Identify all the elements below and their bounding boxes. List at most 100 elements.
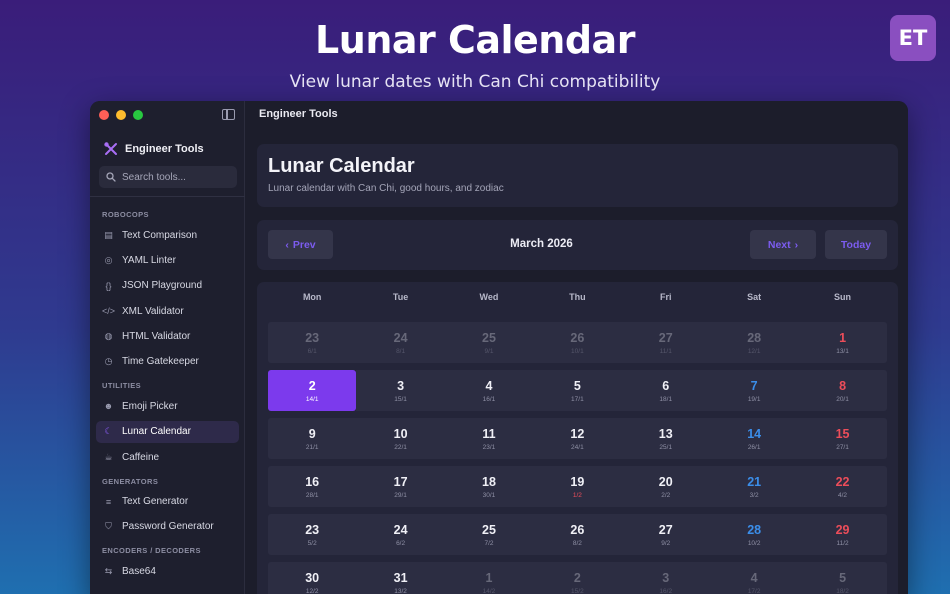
calendar-day-cell[interactable]: 6 18/1 bbox=[621, 370, 710, 411]
sidebar-item-yaml-linter[interactable]: ◎ YAML Linter bbox=[96, 249, 239, 271]
lunar-date: 16/1 bbox=[482, 395, 496, 403]
solar-date: 3 bbox=[662, 570, 670, 585]
arrows-icon: ⇆ bbox=[104, 565, 113, 576]
calendar-day-cell[interactable]: 13 25/1 bbox=[621, 418, 710, 459]
lunar-date: 15/1 bbox=[394, 395, 407, 403]
calendar-day-cell[interactable]: 1 13/1 bbox=[798, 322, 887, 363]
sidebar-item-text-comparison[interactable]: ▤ Text Comparison bbox=[96, 224, 239, 246]
calendar-day-cell[interactable]: 3 15/1 bbox=[356, 370, 445, 411]
app-logo-badge: ET bbox=[890, 15, 936, 61]
calendar-day-cell[interactable]: 22 4/2 bbox=[798, 466, 887, 507]
calendar-day-cell[interactable]: 5 17/1 bbox=[533, 370, 622, 411]
calendar-day-cell[interactable]: 27 11/1 bbox=[621, 322, 710, 363]
weekday-label: Tue bbox=[392, 292, 409, 302]
calendar-day-cell[interactable]: 1 14/2 bbox=[444, 562, 534, 594]
calendar-day-cell[interactable]: 26 10/1 bbox=[533, 322, 622, 363]
calendar-day-cell[interactable]: 25 7/2 bbox=[444, 514, 534, 555]
search-input[interactable] bbox=[122, 171, 232, 183]
lunar-date: 28/1 bbox=[305, 491, 319, 499]
lunar-date: 8/2 bbox=[572, 539, 582, 547]
sidebar-item-password-generator[interactable]: ⛉ Password Generator bbox=[96, 516, 239, 538]
calendar-day-cell[interactable]: 15 27/1 bbox=[798, 418, 887, 459]
calendar-day-cell[interactable]: 3 16/2 bbox=[621, 562, 710, 594]
calendar-day-cell[interactable]: 17 29/1 bbox=[356, 466, 445, 507]
weekday-label: Thu bbox=[569, 292, 586, 302]
solar-date: 23 bbox=[305, 522, 320, 537]
calendar-day-cell[interactable]: 24 6/2 bbox=[356, 514, 445, 555]
calendar-day-cell[interactable]: 16 28/1 bbox=[268, 466, 357, 507]
calendar-day-cell[interactable]: 30 12/2 bbox=[268, 562, 357, 594]
calendar-day-cell[interactable]: 26 8/2 bbox=[533, 514, 622, 555]
calendar-day-cell[interactable]: 7 19/1 bbox=[709, 370, 799, 411]
calendar-day-cell[interactable]: 2 15/2 bbox=[533, 562, 622, 594]
sidebar-item-label: Password Generator bbox=[122, 521, 214, 533]
calendar-week-row: 16 28/1 17 29/1 18 30/1 19 1/2 20 2/2 21 3/2 22 4/2 bbox=[268, 466, 887, 507]
calendar-day-cell[interactable]: 23 6/1 bbox=[268, 322, 357, 363]
sidebar-item-lunar-calendar[interactable]: ☾ Lunar Calendar bbox=[96, 420, 239, 443]
sidebar-item-json-playground[interactable]: {} JSON Playground bbox=[96, 275, 239, 297]
sidebar-item-time-gatekeeper[interactable]: ◷ Time Gatekeeper bbox=[96, 351, 239, 373]
calendar-day-cell[interactable]: 28 10/2 bbox=[709, 514, 799, 555]
solar-date: 31 bbox=[393, 570, 408, 585]
calendar-day-cell[interactable]: 12 24/1 bbox=[533, 418, 622, 459]
calendar-day-cell[interactable]: 8 20/1 bbox=[798, 370, 887, 411]
sidebar-item-html-validator[interactable]: ◍ HTML Validator bbox=[96, 326, 239, 348]
calendar-day-cell[interactable]: 25 9/1 bbox=[444, 322, 534, 363]
calendar-day-cell[interactable]: 18 30/1 bbox=[444, 466, 534, 507]
sidebar-item-xml-validator[interactable]: </> XML Validator bbox=[96, 300, 239, 322]
lunar-date: 11/1 bbox=[659, 347, 672, 355]
lunar-date: 29/1 bbox=[394, 491, 407, 499]
solar-date: 7 bbox=[750, 378, 758, 393]
solar-date: 2 bbox=[308, 378, 316, 393]
lunar-date: 11/2 bbox=[836, 539, 849, 547]
lunar-date: 18/1 bbox=[659, 395, 673, 403]
calendar-day-cell[interactable]: 23 5/2 bbox=[268, 514, 357, 555]
calendar-day-cell[interactable]: 4 17/2 bbox=[709, 562, 799, 594]
lunar-date: 20/1 bbox=[836, 395, 849, 403]
calendar-day-cell[interactable]: 21 3/2 bbox=[709, 466, 799, 507]
brand: Engineer Tools bbox=[104, 142, 204, 156]
lunar-date: 6/1 bbox=[307, 347, 317, 355]
next-month-button[interactable]: Next › bbox=[750, 230, 816, 259]
calendar-day-cell[interactable]: 4 16/1 bbox=[444, 370, 534, 411]
calendar-day-cell[interactable]: 9 21/1 bbox=[268, 418, 357, 459]
calendar-day-cell[interactable]: 20 2/2 bbox=[621, 466, 710, 507]
calendar-day-cell[interactable]: 11 23/1 bbox=[444, 418, 534, 459]
calendar-day-cell[interactable]: 24 8/1 bbox=[356, 322, 445, 363]
sidebar-toggle-icon[interactable] bbox=[222, 109, 235, 120]
sidebar-item-base64[interactable]: ⇆ Base64 bbox=[96, 560, 239, 582]
lunar-date: 12/1 bbox=[747, 347, 761, 355]
zoom-window-button[interactable] bbox=[133, 110, 143, 120]
calendar-day-cell[interactable]: 31 13/2 bbox=[356, 562, 445, 594]
calendar-day-cell[interactable]: 27 9/2 bbox=[621, 514, 710, 555]
calendar-day-cell[interactable]: 19 1/2 bbox=[533, 466, 622, 507]
calendar-day-cell[interactable]: 28 12/1 bbox=[709, 322, 799, 363]
sidebar-item-emoji-picker[interactable]: ☻ Emoji Picker bbox=[96, 395, 239, 417]
close-window-button[interactable] bbox=[99, 110, 109, 120]
calendar-day-cell[interactable]: 14 26/1 bbox=[709, 418, 799, 459]
calendar-day-cell[interactable]: 5 18/2 bbox=[798, 562, 887, 594]
calendar-day-cell[interactable]: 10 22/1 bbox=[356, 418, 445, 459]
lunar-date: 8/1 bbox=[396, 347, 406, 355]
sidebar-item-text-generator[interactable]: ≡ Text Generator bbox=[96, 491, 239, 513]
today-button[interactable]: Today bbox=[825, 230, 887, 259]
solar-date: 24 bbox=[393, 522, 408, 537]
calendar-week-row: 23 6/1 24 8/1 25 9/1 26 10/1 27 11/1 28 12/1 1 13/1 bbox=[268, 322, 887, 363]
today-label: Today bbox=[840, 238, 872, 251]
calendar-grid-card: Mon Tue Wed Thu Fri Sat Sun 23 6/1 24 8/1 25 9/1 26 1… bbox=[257, 282, 898, 594]
next-label: Next bbox=[767, 238, 791, 251]
calendar-week-row: 9 21/1 10 22/1 11 23/1 12 24/1 13 25/1 14 26/1 15 27/… bbox=[268, 418, 887, 459]
calendar-day-cell[interactable]: 29 11/2 bbox=[798, 514, 887, 555]
solar-date: 23 bbox=[305, 330, 320, 345]
sidebar-item-caffeine[interactable]: ☕ Caffeine bbox=[96, 446, 239, 468]
lunar-date: 2/2 bbox=[661, 491, 671, 499]
lunar-date: 19/1 bbox=[747, 395, 761, 403]
calendar-day-cell-selected[interactable]: 2 14/1 bbox=[268, 370, 357, 411]
weekday-label: Wed bbox=[479, 292, 499, 302]
minimize-window-button[interactable] bbox=[116, 110, 126, 120]
main-content: Engineer Tools Lunar Calendar Lunar cale… bbox=[245, 101, 908, 594]
sidebar-item-label: HTML Validator bbox=[122, 331, 191, 343]
search-box[interactable] bbox=[99, 166, 237, 188]
solar-date: 12 bbox=[570, 426, 585, 441]
solar-date: 1 bbox=[839, 330, 847, 345]
